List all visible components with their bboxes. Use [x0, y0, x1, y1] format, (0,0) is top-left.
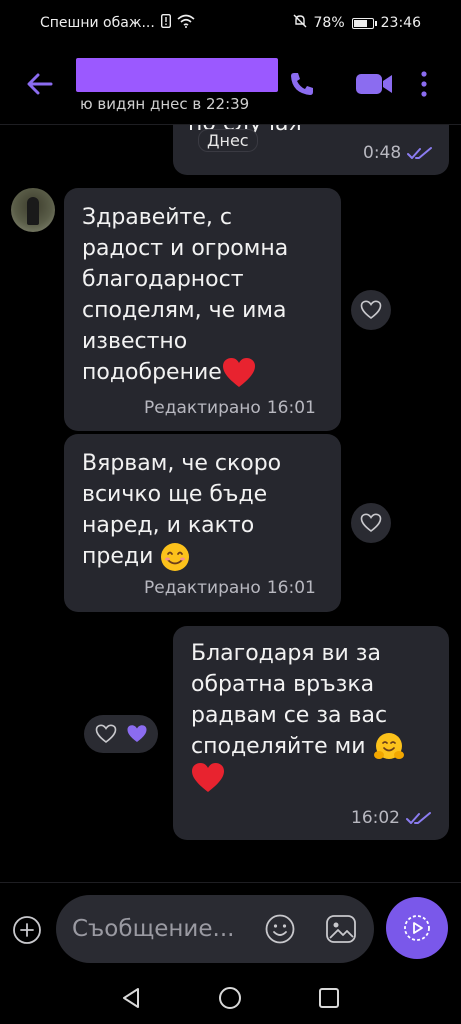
double-check-icon [407, 147, 433, 159]
wifi-icon [177, 14, 195, 32]
more-vertical-icon [421, 71, 427, 97]
message-bubble-outgoing[interactable]: Благодаря ви за обратна връзка радвам се… [173, 626, 449, 840]
message-time: 0:48 [363, 143, 402, 163]
emoji-button[interactable] [264, 913, 296, 945]
message-time: 16:02 [351, 808, 400, 828]
red-heart-icon [222, 358, 255, 387]
nav-back-button[interactable] [118, 985, 144, 1011]
heart-outline-icon [360, 300, 382, 320]
message-line: наред, и както [82, 513, 255, 538]
message-line: обратна връзка [191, 672, 375, 697]
date-separator: Днес [198, 129, 258, 152]
voice-video-send-button[interactable] [386, 897, 448, 959]
chat-header: ю видян днес в 22:39 [0, 44, 461, 124]
like-button[interactable] [351, 503, 391, 543]
message-time: 16:01 [266, 578, 316, 598]
reactions-pill[interactable] [84, 715, 158, 753]
message-line: всичко ще бъде [82, 482, 268, 507]
back-button[interactable] [22, 66, 58, 102]
message-bubble-incoming[interactable]: Вярвам, че скоро всичко ще бъде наред, и… [64, 434, 341, 612]
battery-percent: 78% [313, 15, 345, 31]
message-meta: 16:02 [351, 808, 432, 828]
square-recents-icon [319, 988, 339, 1008]
nav-home-button[interactable] [217, 985, 243, 1011]
voice-call-button[interactable] [284, 66, 320, 102]
plus-circle-icon [13, 916, 41, 944]
edited-label: Редактирано [144, 578, 261, 598]
red-heart-icon [192, 763, 224, 792]
heart-filled-purple-icon[interactable] [126, 724, 148, 744]
message-line: споделям, че има [82, 298, 287, 323]
smiley-outline-icon [265, 914, 295, 944]
message-line: благодарност [82, 267, 244, 292]
heart-outline-icon [360, 513, 382, 533]
message-line: радост и огромна [82, 236, 289, 261]
message-line-text: преди [82, 544, 154, 569]
attach-button[interactable] [12, 915, 42, 945]
play-circle-icon [404, 915, 430, 941]
message-meta: 0:48 [363, 143, 433, 163]
message-line: Вярвам, че скоро [82, 451, 282, 476]
system-navigation-bar [0, 973, 461, 1024]
triangle-back-icon [123, 988, 139, 1008]
message-line-text: подобрение [82, 360, 222, 385]
message-line: споделяйте ми [191, 731, 405, 762]
message-line: известно [82, 329, 188, 354]
message-text: Здравейте, с радост и огромна благодарно… [82, 202, 288, 388]
carrier-label: Спешни обаж... [40, 15, 155, 31]
image-sticker-icon [326, 915, 356, 943]
message-line: подобрение [82, 357, 288, 388]
sim-alert-icon [160, 13, 171, 32]
edited-label: Редактирано [144, 398, 261, 418]
message-input[interactable] [72, 911, 262, 947]
status-bar: Спешни обаж... 78% 23:46 [0, 0, 461, 44]
double-check-icon [406, 812, 431, 824]
clock: 23:46 [380, 15, 421, 31]
message-bubble-incoming[interactable]: Здравейте, с радост и огромна благодарно… [64, 188, 341, 431]
hugging-face-icon [373, 733, 404, 759]
status-left: Спешни обаж... [40, 13, 195, 32]
heart-outline-icon[interactable] [95, 724, 117, 744]
message-line [191, 762, 405, 793]
message-text: Вярвам, че скоро всичко ще бъде наред, и… [82, 448, 281, 572]
like-button[interactable] [351, 290, 391, 330]
contact-name-redacted[interactable] [76, 58, 278, 92]
message-line: Здравейте, с [82, 205, 232, 230]
message-meta: Редактирано 16:01 [144, 578, 316, 598]
arrow-left-icon [27, 73, 53, 95]
message-line-text: споделяйте ми [191, 734, 366, 759]
message-line: Благодаря ви за [191, 641, 381, 666]
bell-muted-icon [293, 14, 307, 32]
smiling-face-icon [161, 543, 190, 571]
video-camera-icon [356, 74, 392, 94]
message-time: 16:01 [266, 398, 316, 418]
composer [0, 883, 461, 973]
phone-icon [291, 73, 313, 95]
status-right: 78% 23:46 [293, 14, 421, 32]
last-seen-status: ю видян днес в 22:39 [80, 95, 250, 113]
avatar-figure [27, 197, 39, 225]
message-meta: Редактирано 16:01 [144, 398, 316, 418]
message-line: преди [82, 541, 281, 572]
message-text: Благодаря ви за обратна връзка радвам се… [191, 638, 405, 793]
nav-recents-button[interactable] [316, 985, 342, 1011]
message-line: радвам се за вас [191, 703, 388, 728]
battery-icon [351, 17, 377, 29]
message-input-container[interactable] [56, 895, 374, 963]
sticker-button[interactable] [324, 913, 358, 945]
battery-fill [353, 19, 367, 27]
more-options-button[interactable] [414, 66, 434, 102]
circle-home-icon [219, 987, 241, 1009]
video-call-button[interactable] [352, 66, 396, 102]
message-list[interactable]: по случая Днес 0:48 Здравейте, с радост … [0, 125, 461, 882]
avatar[interactable] [11, 188, 55, 232]
